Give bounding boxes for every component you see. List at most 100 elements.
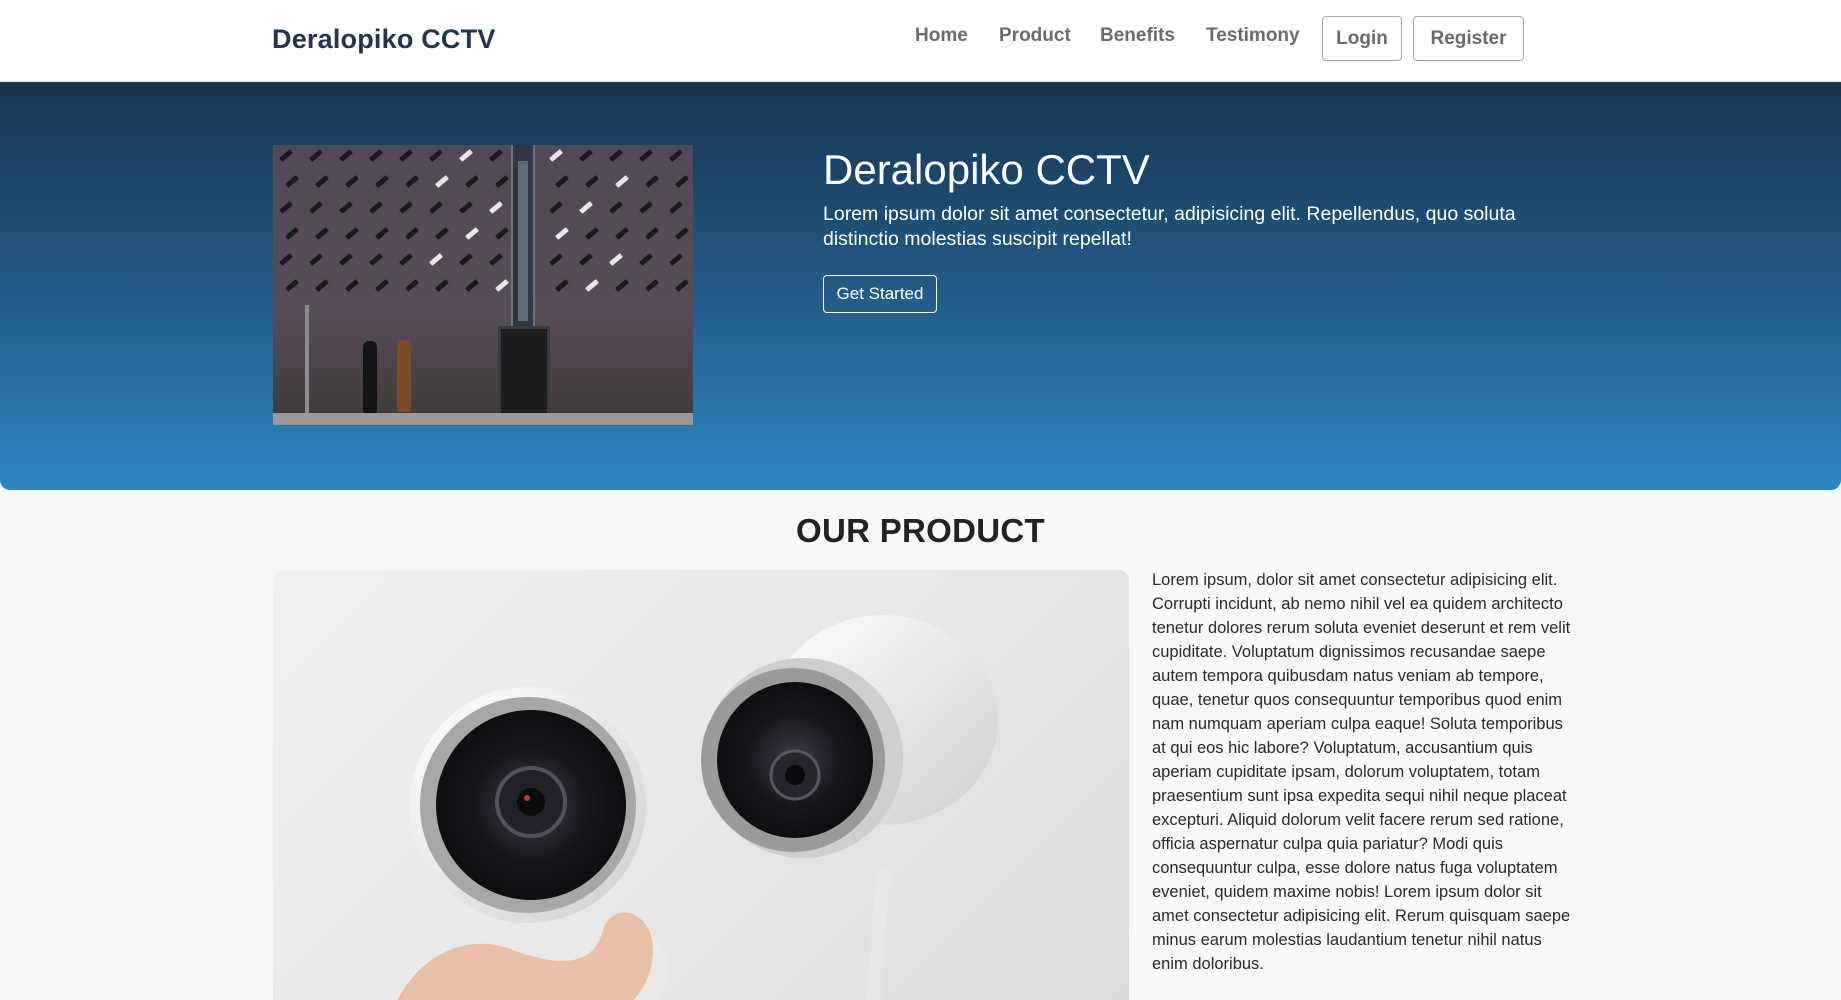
mounted-camera <box>645 227 659 240</box>
mounted-camera <box>315 227 329 240</box>
mounted-camera <box>639 149 653 162</box>
mounted-camera <box>639 253 653 266</box>
mounted-camera <box>345 227 359 240</box>
mounted-camera <box>315 175 329 188</box>
mounted-camera <box>339 253 353 266</box>
mounted-camera <box>399 201 413 214</box>
mounted-camera <box>369 149 383 162</box>
mounted-camera <box>369 253 383 266</box>
nav-home-link[interactable]: Home <box>915 25 968 47</box>
person-figure <box>397 340 411 412</box>
mounted-camera <box>279 253 293 266</box>
mounted-camera <box>555 227 569 240</box>
mounted-camera <box>609 253 623 266</box>
mounted-camera <box>465 227 479 240</box>
mounted-camera <box>459 253 473 266</box>
mounted-camera <box>549 201 563 214</box>
mounted-camera <box>669 201 683 214</box>
mounted-camera <box>435 279 449 292</box>
mounted-camera <box>429 149 443 162</box>
person-figure <box>363 341 377 413</box>
hero-cctv-wall-image <box>273 145 693 425</box>
building-door <box>498 326 550 420</box>
mounted-camera <box>585 227 599 240</box>
mounted-camera <box>309 253 323 266</box>
hero-title: Deralopiko CCTV <box>823 146 1150 193</box>
mounted-camera <box>459 201 473 214</box>
brand-logo[interactable]: Deralopiko CCTV <box>272 24 496 55</box>
security-cameras-illustration <box>397 615 998 1000</box>
mounted-camera <box>405 279 419 292</box>
product-camera-image <box>273 570 1129 1000</box>
camera-array-graphic <box>273 145 693 315</box>
mounted-camera <box>405 175 419 188</box>
get-started-button[interactable]: Get Started <box>823 275 937 313</box>
mounted-camera <box>549 149 563 162</box>
nav-benefits-link[interactable]: Benefits <box>1100 25 1175 47</box>
mounted-camera <box>555 279 569 292</box>
mounted-camera <box>375 175 389 188</box>
mounted-camera <box>615 227 629 240</box>
mounted-camera <box>675 175 689 188</box>
mounted-camera <box>495 279 509 292</box>
mounted-camera <box>429 201 443 214</box>
hero-description: Lorem ipsum dolor sit amet consectetur, … <box>823 203 1516 250</box>
mounted-camera <box>459 149 473 162</box>
mounted-camera <box>279 201 293 214</box>
mounted-camera <box>585 279 599 292</box>
mounted-camera <box>309 149 323 162</box>
mounted-camera <box>465 279 479 292</box>
mounted-camera <box>489 253 503 266</box>
mounted-camera <box>579 253 593 266</box>
login-button[interactable]: Login <box>1322 16 1402 61</box>
mounted-camera <box>465 175 479 188</box>
sidewalk <box>273 413 693 425</box>
building-window <box>511 145 535 331</box>
mounted-camera <box>285 227 299 240</box>
mounted-camera <box>345 279 359 292</box>
mounted-camera <box>315 279 329 292</box>
mounted-camera <box>609 149 623 162</box>
mounted-camera <box>489 201 503 214</box>
navbar: Deralopiko CCTV Home Product Benefits Te… <box>0 0 1841 82</box>
mounted-camera <box>339 149 353 162</box>
product-description: Lorem ipsum, dolor sit amet consectetur … <box>1152 571 1571 973</box>
mounted-camera <box>405 227 419 240</box>
mounted-camera <box>579 201 593 214</box>
wall-pipe <box>305 305 309 413</box>
mounted-camera <box>399 149 413 162</box>
mounted-camera <box>615 175 629 188</box>
mounted-camera <box>669 253 683 266</box>
mounted-camera <box>285 175 299 188</box>
mounted-camera <box>339 201 353 214</box>
nav-product-link[interactable]: Product <box>999 25 1071 47</box>
mounted-camera <box>435 227 449 240</box>
mounted-camera <box>399 253 413 266</box>
mounted-camera <box>429 253 443 266</box>
mounted-camera <box>309 201 323 214</box>
mounted-camera <box>375 279 389 292</box>
mounted-camera <box>615 279 629 292</box>
mounted-camera <box>489 149 503 162</box>
mounted-camera <box>669 149 683 162</box>
mounted-camera <box>279 149 293 162</box>
mounted-camera <box>375 227 389 240</box>
mounted-camera <box>609 201 623 214</box>
mounted-camera <box>579 149 593 162</box>
mounted-camera <box>639 201 653 214</box>
mounted-camera <box>369 201 383 214</box>
mounted-camera <box>645 279 659 292</box>
register-button[interactable]: Register <box>1413 16 1524 61</box>
mounted-camera <box>645 175 659 188</box>
product-section-title: OUR PRODUCT <box>796 512 1045 549</box>
mounted-camera <box>555 175 569 188</box>
mounted-camera <box>285 279 299 292</box>
mounted-camera <box>345 175 359 188</box>
nav-testimony-link[interactable]: Testimony <box>1206 25 1300 47</box>
mounted-camera <box>435 175 449 188</box>
mounted-camera <box>585 175 599 188</box>
mounted-camera <box>495 227 509 240</box>
mounted-camera <box>495 175 509 188</box>
mounted-camera <box>675 279 689 292</box>
hero-section: Deralopiko CCTV Lorem ipsum dolor sit am… <box>0 82 1841 490</box>
